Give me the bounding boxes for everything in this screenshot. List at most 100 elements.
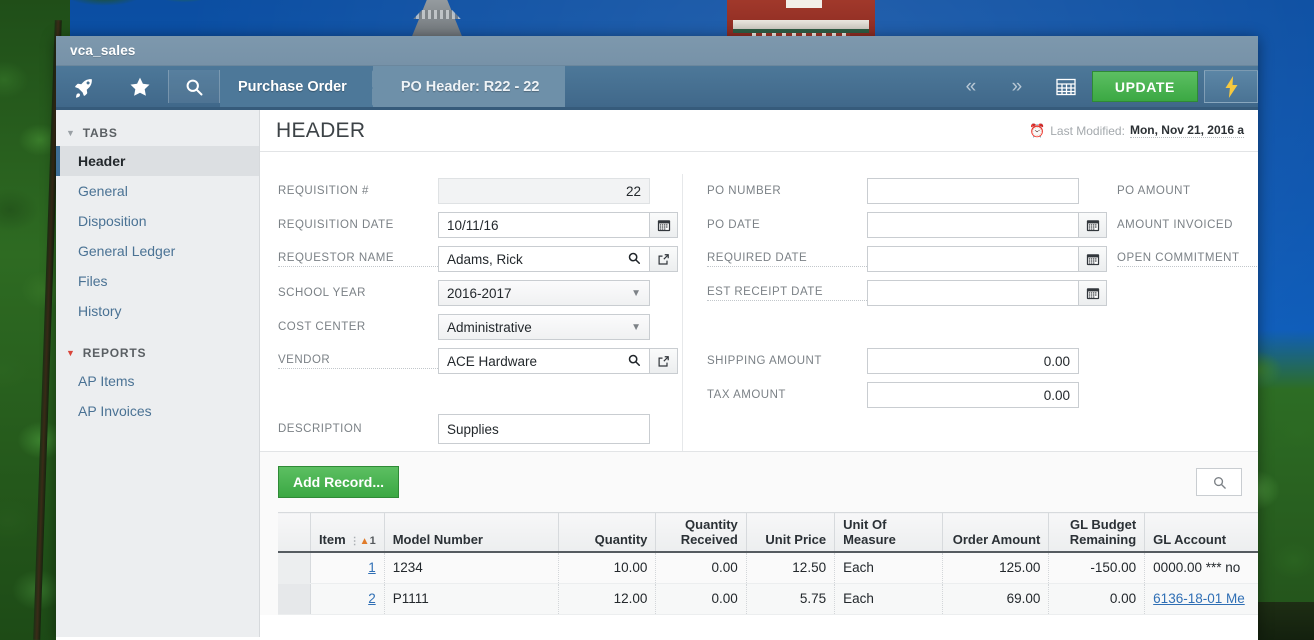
- cell-gl-account[interactable]: 6136-18-01 Me: [1144, 583, 1258, 615]
- po-date-input[interactable]: [867, 212, 1079, 238]
- shipping-amount-control: 0.00: [867, 348, 1079, 374]
- sidebar-group-tabs-label: TABS: [82, 126, 118, 140]
- tax-amount-control: 0.00: [867, 382, 1079, 408]
- column-header-unit-price[interactable]: Unit Price: [746, 512, 836, 553]
- column-header-gl-budget-remaining-line1: GL Budget: [1069, 517, 1137, 532]
- rocket-icon[interactable]: [56, 66, 112, 107]
- item-link[interactable]: 2: [368, 591, 376, 606]
- cell-unit-price: 5.75: [746, 583, 836, 615]
- vendor-label: VENDOR: [278, 354, 438, 369]
- sidebar-group-reports-label: REPORTS: [82, 346, 147, 360]
- field-po-date: PO DATE: [707, 208, 1107, 242]
- last-modified-value: Mon, Nov 21, 2016 a: [1129, 123, 1244, 138]
- requisition-date-input[interactable]: 10/11/16: [438, 212, 650, 238]
- column-header-unit-of-measure[interactable]: Unit Of Measure: [834, 512, 944, 553]
- sidebar-group-reports[interactable]: ▼ REPORTS: [56, 340, 259, 366]
- gl-account-link[interactable]: 6136-18-01 Me: [1153, 591, 1245, 606]
- table-row[interactable]: 1 1234 10.00 0.00 12.50 Each 125.00 -150…: [278, 552, 1258, 584]
- line-items-table: Item ⋮▲1 Model Number Quantity Quantity R…: [278, 512, 1258, 615]
- column-header-quantity-received-line1: Quantity: [685, 517, 738, 532]
- calendar-icon[interactable]: [650, 212, 678, 238]
- sidebar-group-tabs[interactable]: ▼ TABS: [56, 120, 259, 146]
- description-input[interactable]: Supplies: [438, 414, 650, 444]
- grid-toolbar: Add Record...: [278, 466, 1258, 498]
- column-header-quantity[interactable]: Quantity: [558, 512, 657, 553]
- field-requisition-date: REQUISITION DATE 10/11/16: [278, 208, 678, 242]
- school-year-value: 2016-2017: [447, 285, 512, 301]
- field-school-year: SCHOOL YEAR 2016-2017 ▼: [278, 276, 670, 310]
- required-date-label: REQUIRED DATE: [707, 252, 867, 267]
- search-icon[interactable]: [627, 251, 641, 268]
- cell-order-amount: 69.00: [942, 583, 1050, 615]
- requisition-date-control: 10/11/16: [438, 212, 678, 238]
- lightning-bolt-icon[interactable]: [1204, 70, 1258, 103]
- column-header-quantity-received[interactable]: Quantity Received: [655, 512, 747, 553]
- po-number-input[interactable]: [867, 178, 1079, 204]
- sidebar-item-general[interactable]: General: [56, 176, 259, 206]
- app-name-label: vca_sales: [70, 43, 136, 58]
- column-header-gl-account[interactable]: GL Account: [1144, 512, 1258, 553]
- cost-center-value: Administrative: [447, 319, 532, 335]
- sidebar-item-header[interactable]: Header: [56, 146, 259, 176]
- row-handle[interactable]: [278, 552, 311, 584]
- field-amount-invoiced: AMOUNT INVOICED: [1117, 208, 1258, 242]
- column-header-model-number[interactable]: Model Number: [384, 512, 560, 553]
- requisition-number-value: 22: [438, 178, 650, 204]
- column-header-order-amount[interactable]: Order Amount: [942, 512, 1050, 553]
- cell-quantity-received: 0.00: [655, 583, 747, 615]
- sidebar-item-general-ledger[interactable]: General Ledger: [56, 236, 259, 266]
- sidebar-item-ap-items[interactable]: AP Items: [56, 366, 259, 396]
- open-commitment-label: OPEN COMMITMENT: [1117, 252, 1258, 267]
- column-header-quantity-received-line2: Received: [680, 532, 738, 547]
- search-icon[interactable]: [168, 70, 220, 103]
- sidebar-item-history[interactable]: History: [56, 296, 259, 326]
- last-modified-label: Last Modified:: [1050, 123, 1125, 138]
- breadcrumb-item-purchase-order[interactable]: Purchase Order: [220, 66, 373, 107]
- open-external-icon[interactable]: [650, 246, 678, 272]
- vendor-input[interactable]: ACE Hardware: [438, 348, 650, 374]
- sort-ascending-icon: ▲: [359, 536, 370, 547]
- sidebar-item-files[interactable]: Files: [56, 266, 259, 296]
- grid-search-input[interactable]: [1196, 468, 1242, 496]
- column-header-item[interactable]: Item ⋮▲1: [310, 512, 385, 553]
- toolbar-right-group: « » UPDATE: [948, 66, 1258, 107]
- row-handle[interactable]: [278, 583, 311, 615]
- column-header-gl-budget-remaining[interactable]: GL Budget Remaining: [1048, 512, 1146, 553]
- item-link[interactable]: 1: [368, 560, 376, 575]
- chevron-down-icon: ▼: [66, 347, 76, 358]
- cost-center-select[interactable]: Administrative ▼: [438, 314, 650, 340]
- tax-amount-input[interactable]: 0.00: [867, 382, 1079, 408]
- school-year-select[interactable]: 2016-2017 ▼: [438, 280, 650, 306]
- sidebar: ▼ TABS Header General Disposition Genera…: [56, 110, 260, 637]
- cell-item[interactable]: 2: [310, 583, 385, 615]
- sort-order-number: 1: [369, 535, 376, 547]
- cell-unit-of-measure: Each: [834, 552, 944, 584]
- sidebar-item-ap-invoices[interactable]: AP Invoices: [56, 396, 259, 426]
- update-button[interactable]: UPDATE: [1091, 71, 1198, 102]
- cell-order-amount: 125.00: [942, 552, 1050, 584]
- grid-icon[interactable]: [1040, 66, 1092, 107]
- table-row[interactable]: 2 P1111 12.00 0.00 5.75 Each 69.00 0.00 …: [278, 583, 1258, 615]
- star-icon[interactable]: [112, 66, 168, 107]
- sidebar-item-disposition[interactable]: Disposition: [56, 206, 259, 236]
- description-label: DESCRIPTION: [278, 423, 363, 435]
- next-record-button[interactable]: »: [994, 66, 1040, 107]
- field-shipping-amount: SHIPPING AMOUNT 0.00: [707, 344, 1093, 378]
- main-toolbar: Purchase Order PO Header: R22 - 22 « » U…: [56, 66, 1258, 110]
- breadcrumb-item-po-header[interactable]: PO Header: R22 - 22: [372, 66, 566, 107]
- requestor-name-input[interactable]: Adams, Rick: [438, 246, 650, 272]
- requestor-name-value: Adams, Rick: [447, 251, 523, 267]
- cell-item[interactable]: 1: [310, 552, 385, 584]
- chevron-down-icon: ▼: [631, 321, 641, 333]
- shipping-amount-input[interactable]: 0.00: [867, 348, 1079, 374]
- table-head: Item ⋮▲1 Model Number Quantity Quantity R…: [278, 512, 1258, 553]
- est-receipt-date-input[interactable]: [867, 280, 1079, 306]
- previous-record-button[interactable]: «: [948, 66, 994, 107]
- search-icon[interactable]: [627, 353, 641, 370]
- required-date-input[interactable]: [867, 246, 1079, 272]
- window-titlebar[interactable]: vca_sales: [56, 36, 1258, 66]
- po-number-label: PO NUMBER: [707, 185, 782, 197]
- field-est-receipt-date: EST RECEIPT DATE: [707, 276, 1107, 310]
- open-external-icon[interactable]: [650, 348, 678, 374]
- add-record-button[interactable]: Add Record...: [278, 466, 400, 498]
